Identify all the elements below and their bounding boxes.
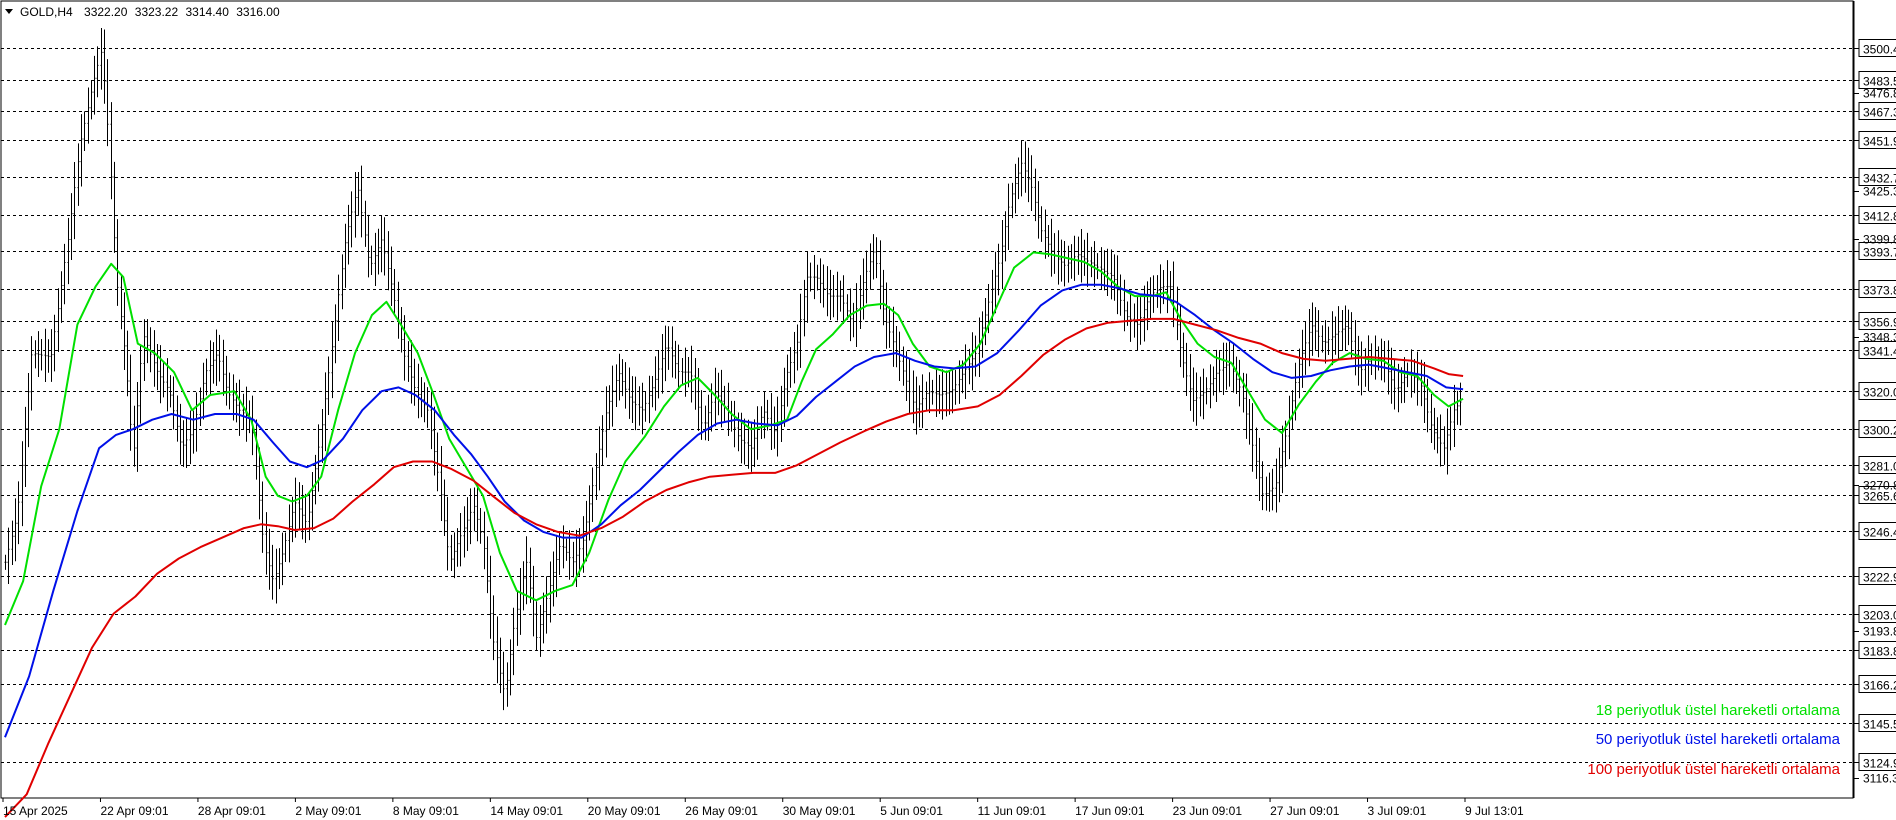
- price-level-label: 3203.02: [1863, 609, 1896, 623]
- price-tick-label: 3476.80: [1863, 87, 1896, 101]
- price-level-label: 3356.91: [1863, 316, 1896, 330]
- price-level-label: 3393.73: [1863, 246, 1896, 260]
- price-level-label: 3500.49: [1863, 43, 1896, 57]
- legend-ema-18: 18 periyotluk üstel hareketli ortalama: [1596, 702, 1841, 719]
- low-price: 3314.40: [186, 5, 230, 19]
- chart-header: GOLD,H4 3322.20 3323.22 3314.40 3316.00: [5, 5, 280, 19]
- price-level-label: 3183.88: [1863, 645, 1896, 659]
- time-tick-label: 11 Jun 09:01: [978, 804, 1047, 818]
- symbol-name: GOLD,H4: [20, 5, 73, 19]
- time-tick-label: 30 May 09:01: [783, 804, 856, 818]
- price-level-label: 3451.90: [1863, 135, 1896, 149]
- time-tick-label: 9 Jul 13:01: [1465, 804, 1524, 818]
- legend: 18 periyotluk üstel hareketli ortalama 5…: [1587, 702, 1840, 778]
- price-level-label: 3432.75: [1863, 172, 1896, 186]
- time-tick-label: 14 May 09:01: [490, 804, 563, 818]
- price-tick-label: 3348.30: [1863, 331, 1896, 345]
- time-tick-label: 17 Jun 09:01: [1075, 804, 1145, 818]
- legend-ema-50: 50 periyotluk üstel hareketli ortalama: [1596, 731, 1841, 748]
- price-level-label: 3300.21: [1863, 424, 1896, 438]
- price-level-label: 3246.46: [1863, 526, 1896, 540]
- price-tick-label: 3193.80: [1863, 625, 1896, 639]
- legend-ema-100: 100 periyotluk üstel hareketli ortalama: [1587, 761, 1840, 778]
- price-level-label: 3124.97: [1863, 757, 1896, 771]
- time-tick-label: 3 Jul 09:01: [1368, 804, 1427, 818]
- time-tick-label: 2 May 09:01: [295, 804, 361, 818]
- time-tick-label: 20 May 09:01: [588, 804, 661, 818]
- time-tick-label: 15 Apr 2025: [3, 804, 68, 818]
- price-level-label: 3320.09: [1863, 386, 1896, 400]
- price-chart: 3500.493483.563467.363451.903432.753412.…: [0, 0, 1896, 820]
- price-level-label: 3166.20: [1863, 679, 1896, 693]
- time-tick-label: 28 Apr 09:01: [198, 804, 266, 818]
- price-level-label: 3222.90: [1863, 571, 1896, 585]
- svg-text:GOLD,H4 3322.20 33: GOLD,H4 3322.20 3323.22 3314.40 3316.00: [20, 5, 280, 19]
- price-tick-label: 3425.30: [1863, 185, 1896, 199]
- time-tick-label: 22 Apr 09:01: [100, 804, 168, 818]
- price-tick-label: 3116.30: [1863, 772, 1896, 786]
- price-tick-label: 3270.80: [1863, 479, 1896, 493]
- time-tick-label: 8 May 09:01: [393, 804, 459, 818]
- high-price: 3323.22: [135, 5, 179, 19]
- close-price: 3316.00: [236, 5, 280, 19]
- open-price: 3322.20: [84, 5, 128, 19]
- time-tick-label: 26 May 09:01: [685, 804, 758, 818]
- price-level-label: 3281.07: [1863, 460, 1896, 474]
- time-tick-label: 27 Jun 09:01: [1270, 804, 1340, 818]
- price-level-label: 3373.85: [1863, 284, 1896, 298]
- price-level-label: 3412.87: [1863, 210, 1896, 224]
- price-level-label: 3467.36: [1863, 106, 1896, 120]
- time-tick-label: 5 Jun 09:01: [880, 804, 943, 818]
- price-tick-label: 3399.80: [1863, 233, 1896, 247]
- price-level-label: 3341.45: [1863, 345, 1896, 359]
- price-level-label: 3145.59: [1863, 718, 1896, 732]
- time-tick-label: 23 Jun 09:01: [1173, 804, 1243, 818]
